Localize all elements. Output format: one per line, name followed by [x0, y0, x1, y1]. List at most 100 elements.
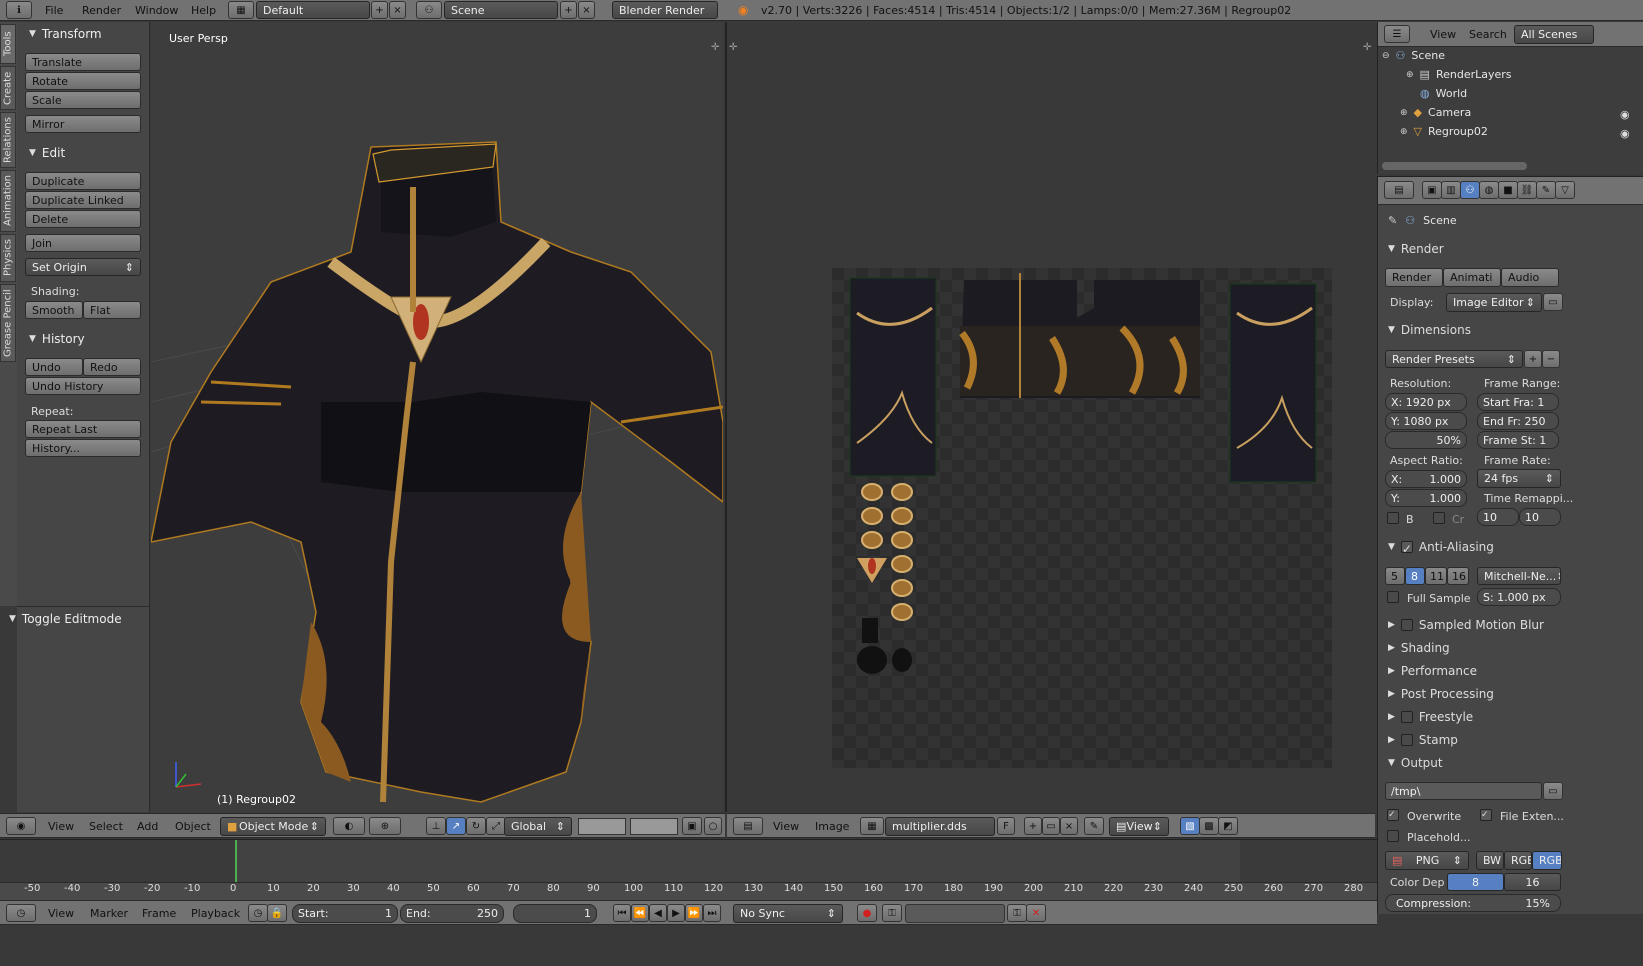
history-panel-header[interactable]: ▼ History — [29, 332, 85, 346]
layers-grid-2[interactable] — [630, 818, 678, 835]
region-plus-icon[interactable]: ✛ — [711, 42, 719, 53]
menu-window[interactable]: Window — [135, 4, 178, 17]
file-format-select[interactable]: ▤ PNG ⇕ — [1385, 851, 1469, 870]
lock-interface-icon[interactable]: ▭ — [1543, 293, 1563, 311]
image-name-field[interactable]: multiplier.dds — [885, 817, 995, 836]
tab-create[interactable]: Create — [0, 66, 16, 110]
view-mode-select[interactable]: ▤ View ⇕ — [1109, 817, 1169, 836]
pivot-icon[interactable]: ⊕ — [369, 817, 401, 835]
join-button[interactable]: Join — [25, 234, 141, 252]
flat-button[interactable]: Flat — [83, 301, 141, 319]
next-keyframe-icon[interactable]: ⏩ — [685, 904, 703, 922]
preset-remove-icon[interactable]: − — [1542, 350, 1560, 368]
image-unlink-icon[interactable]: × — [1060, 817, 1078, 835]
duplicate-linked-button[interactable]: Duplicate Linked — [25, 191, 141, 209]
editor-type-outliner-icon[interactable]: ☰ — [1384, 25, 1410, 43]
menu-playback[interactable]: Playback — [191, 907, 240, 920]
translate-manip-icon[interactable]: ↗ — [446, 817, 466, 835]
edit-panel-header[interactable]: ▼ Edit — [29, 146, 65, 160]
mirror-button[interactable]: Mirror — [25, 115, 141, 133]
motion-blur-checkbox[interactable] — [1400, 619, 1413, 631]
editor-type-info-icon[interactable]: ℹ — [6, 1, 32, 19]
rotate-manip-icon[interactable]: ↻ — [466, 817, 486, 835]
expand-icon[interactable]: ⊕ — [1400, 127, 1408, 137]
repeat-last-button[interactable]: Repeat Last — [25, 420, 141, 438]
z-buffer-icon[interactable]: ◩ — [1218, 817, 1238, 835]
tab-physics[interactable]: Physics — [0, 234, 16, 282]
menu-marker[interactable]: Marker — [90, 907, 128, 920]
menu-image[interactable]: Image — [815, 820, 849, 833]
transform-panel-header[interactable]: ▼ Transform — [29, 27, 102, 41]
visibility-eye-icon[interactable]: ◉ — [1620, 127, 1630, 140]
tab-grease-pencil[interactable]: Grease Pencil — [0, 284, 16, 362]
image-editor[interactable]: ✛ ✛ — [725, 22, 1375, 812]
expand-icon[interactable]: ⊕ — [1406, 70, 1414, 80]
screen-layout-icon[interactable]: ▦ — [228, 1, 254, 19]
scene-remove-icon[interactable]: × — [578, 1, 595, 19]
anti-aliasing-panel-header[interactable]: ▼ ✓ Anti-Aliasing — [1388, 537, 1568, 557]
display-mode-select[interactable]: All Scenes — [1514, 25, 1594, 44]
current-frame-cursor[interactable] — [235, 840, 237, 883]
timeline[interactable] — [0, 839, 1377, 900]
play-reverse-icon[interactable]: ◀ — [649, 904, 667, 922]
jump-end-icon[interactable]: ⏭ — [703, 904, 721, 922]
menu-view[interactable]: View — [1430, 28, 1456, 41]
aspect-x-field[interactable]: X: 1.000 — [1385, 470, 1467, 488]
menu-object[interactable]: Object — [175, 820, 211, 833]
record-icon[interactable]: ● — [857, 904, 877, 922]
display-select[interactable]: Image Editor ⇕ — [1446, 293, 1542, 312]
outliner-scrollbar[interactable] — [1382, 162, 1527, 170]
aa-samples-11[interactable]: 11 — [1425, 567, 1447, 585]
delete-button[interactable]: Delete — [25, 210, 141, 228]
orientation-select[interactable]: Global ⇕ — [504, 817, 572, 836]
freestyle-panel-header[interactable]: ▶ Freestyle — [1388, 707, 1568, 727]
output-path-field[interactable]: /tmp\ — [1385, 782, 1542, 800]
end-frame-field[interactable]: End: 250 — [400, 904, 504, 923]
resolution-y-field[interactable]: Y: 1080 px — [1385, 412, 1467, 430]
outliner-row-world[interactable]: ◍ World — [1420, 87, 1467, 100]
world-context-icon[interactable]: ◍ — [1479, 181, 1499, 199]
uv-image-canvas[interactable] — [832, 268, 1332, 768]
lock-range-icon[interactable]: 🔒 — [267, 904, 287, 922]
fake-user-button[interactable]: F — [997, 817, 1015, 835]
translate-button[interactable]: Translate — [25, 53, 141, 71]
image-browse-icon[interactable]: ▦ — [860, 817, 884, 835]
menu-view[interactable]: View — [48, 820, 74, 833]
render-button[interactable]: Render — [1385, 268, 1443, 287]
outliner-row-scene[interactable]: ⊖ ⚇ Scene — [1382, 49, 1445, 62]
menu-frame[interactable]: Frame — [142, 907, 176, 920]
scale-manip-icon[interactable]: ⤢ — [486, 817, 506, 835]
start-frame-field[interactable]: Start: 1 — [292, 904, 398, 923]
post-processing-panel-header[interactable]: ▶ Post Processing — [1388, 684, 1568, 704]
folder-icon[interactable]: ▭ — [1543, 782, 1563, 800]
color-rgb-button[interactable]: RGB — [1504, 851, 1532, 870]
pin-icon[interactable]: ✎ — [1388, 214, 1397, 227]
delete-keyframe-icon[interactable]: ✕ — [1026, 904, 1046, 922]
full-sample-checkbox[interactable] — [1387, 591, 1399, 603]
mode-select[interactable]: ■ Object Mode ⇕ — [220, 817, 326, 836]
undo-history-button[interactable]: Undo History — [25, 377, 141, 395]
anti-aliasing-checkbox[interactable]: ✓ — [1400, 541, 1413, 556]
history-button[interactable]: History... — [25, 439, 141, 457]
keying-set-icon[interactable]: ⚿ — [882, 904, 902, 922]
crop-checkbox[interactable] — [1433, 512, 1445, 524]
menu-file[interactable]: File — [45, 4, 63, 17]
tab-animation[interactable]: Animation — [0, 170, 16, 232]
aspect-y-field[interactable]: Y: 1.000 — [1385, 489, 1467, 507]
viewport-shading-icon[interactable]: ◐ — [333, 817, 365, 835]
layout-remove-icon[interactable]: × — [389, 1, 406, 19]
aa-filter-select[interactable]: Mitchell-Ne...⇕ — [1477, 567, 1561, 585]
scene-icon[interactable]: ⚇ — [416, 1, 442, 19]
aa-samples-8[interactable]: 8 — [1405, 567, 1425, 585]
duplicate-button[interactable]: Duplicate — [25, 172, 141, 190]
color-rgba-button[interactable]: RGB — [1532, 851, 1562, 870]
data-context-icon[interactable]: ▽ — [1555, 181, 1575, 199]
render-context-icon[interactable]: ▣ — [1422, 181, 1442, 199]
outliner-row-renderlayers[interactable]: ⊕ ▤ RenderLayers — [1406, 68, 1512, 81]
menu-view[interactable]: View — [773, 820, 799, 833]
menu-view[interactable]: View — [48, 907, 74, 920]
menu-help[interactable]: Help — [191, 4, 216, 17]
resolution-percent-slider[interactable]: 50% — [1385, 431, 1467, 449]
file-extension-checkbox[interactable]: ✓ — [1480, 809, 1492, 821]
editor-type-image-icon[interactable]: ▤ — [733, 817, 763, 835]
